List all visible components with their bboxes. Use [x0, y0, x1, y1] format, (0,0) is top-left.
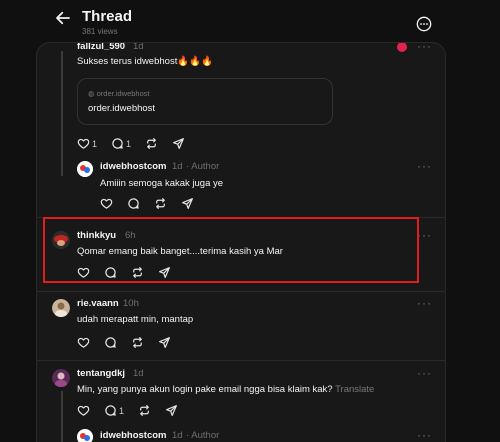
heart-icon [77, 336, 90, 349]
user-avatar-icon [52, 369, 70, 387]
share-button[interactable] [165, 404, 178, 417]
share-icon [165, 404, 178, 417]
post-time: 1d [133, 42, 144, 52]
like-button[interactable] [77, 404, 90, 417]
more-button[interactable]: ··· [417, 43, 432, 53]
user-avatar-icon [52, 299, 70, 317]
avatar[interactable] [77, 429, 93, 442]
divider [37, 291, 445, 292]
top-bar: Thread 381 views [0, 0, 500, 40]
reply-time: 1d [172, 430, 183, 441]
post-username[interactable]: rie.vaann [77, 298, 119, 309]
heart-icon [100, 197, 113, 210]
comment-icon [127, 197, 140, 210]
quote-text: order.idwebhost [88, 103, 156, 114]
more-button[interactable]: ··· [417, 366, 432, 380]
reply-button[interactable]: 1 [104, 404, 124, 417]
more-button[interactable]: ··· [417, 228, 432, 242]
thread-line [61, 51, 63, 176]
post-time: 10h [123, 298, 139, 309]
post-username[interactable]: fallzul_590 [77, 43, 125, 52]
like-count: 1 [92, 138, 98, 149]
comment-icon [104, 336, 117, 349]
view-count: 381 views [82, 27, 118, 36]
idwebhost-logo-icon [77, 429, 93, 442]
reply-count: 1 [126, 138, 132, 149]
repost-icon [131, 336, 144, 349]
reply-username[interactable]: idwebhostcom [100, 430, 167, 441]
back-arrow-icon[interactable] [54, 9, 72, 27]
author-badge: · Author [186, 430, 220, 441]
like-button[interactable] [77, 336, 90, 349]
reply-button[interactable] [104, 336, 117, 349]
translate-link[interactable]: Translate [335, 384, 374, 395]
reaction-badge-icon [397, 43, 407, 52]
quote-source-label: order.idwebhost [96, 89, 150, 98]
share-icon [172, 137, 185, 150]
avatar[interactable] [77, 161, 93, 177]
post-text: Sukses terus idwebhost🔥🔥🔥 [77, 56, 213, 67]
post-text: udah merapatt min, mantap [77, 314, 194, 325]
share-button[interactable] [181, 197, 194, 210]
reply-button[interactable] [127, 197, 140, 210]
post-username[interactable]: tentangdkj [77, 368, 125, 379]
post-actions: 1 [77, 404, 178, 417]
post-actions: 1 1 [77, 137, 185, 150]
avatar[interactable] [52, 369, 70, 387]
reply-count: 1 [119, 405, 125, 416]
quote-source: ◍ order.idwebhost [88, 89, 150, 98]
share-button[interactable] [172, 137, 185, 150]
page-title: Thread [82, 8, 133, 25]
reply-username[interactable]: idwebhostcom [100, 161, 167, 172]
more-button[interactable]: ··· [417, 296, 432, 310]
share-button[interactable] [158, 336, 171, 349]
more-options-icon[interactable] [416, 16, 432, 32]
globe-icon: ◍ [88, 89, 95, 98]
repost-button[interactable] [154, 197, 167, 210]
author-badge: · Author [186, 161, 220, 172]
more-button[interactable]: ··· [417, 428, 432, 442]
highlight-box [43, 217, 419, 283]
share-icon [181, 197, 194, 210]
thread-line [61, 391, 63, 442]
repost-button[interactable] [131, 336, 144, 349]
repost-button[interactable] [138, 404, 151, 417]
comment-icon [104, 404, 117, 417]
reply-time: 1d [172, 161, 183, 172]
post-text-content: Min, yang punya akun login pake email ng… [77, 384, 333, 395]
avatar[interactable] [52, 299, 70, 317]
share-icon [158, 336, 171, 349]
heart-icon [77, 137, 90, 150]
post-time: 1d [133, 368, 144, 379]
reply-actions [100, 197, 194, 210]
repost-icon [154, 197, 167, 210]
idwebhost-logo-icon [77, 161, 93, 177]
like-button[interactable]: 1 [77, 137, 97, 150]
comment-icon [111, 137, 124, 150]
reply-button[interactable]: 1 [111, 137, 131, 150]
repost-button[interactable] [145, 137, 158, 150]
heart-icon [77, 404, 90, 417]
repost-icon [138, 404, 151, 417]
more-button[interactable]: ··· [417, 159, 432, 173]
reply-text: Amiiin semoga kakak juga ye [100, 178, 224, 189]
quote-card[interactable]: ◍ order.idwebhost order.idwebhost [77, 78, 333, 125]
post-text: Min, yang punya akun login pake email ng… [77, 384, 374, 395]
post-actions [77, 336, 171, 349]
divider [37, 360, 445, 361]
repost-icon [145, 137, 158, 150]
like-button[interactable] [100, 197, 113, 210]
